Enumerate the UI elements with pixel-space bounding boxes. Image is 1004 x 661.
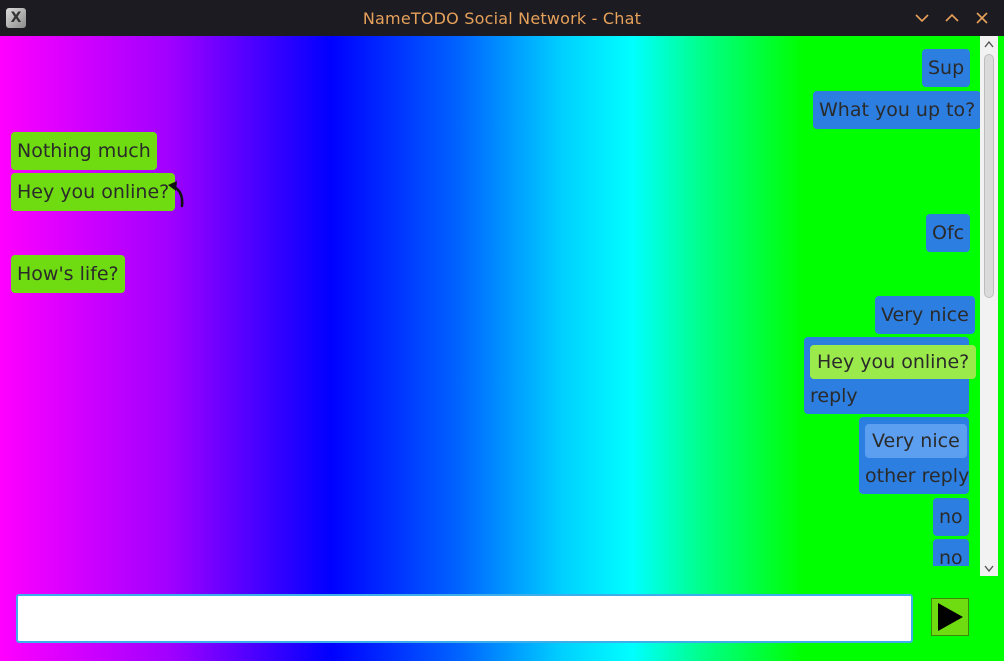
scroll-down-icon[interactable] — [980, 560, 998, 576]
scroll-up-icon[interactable] — [980, 36, 998, 52]
quoted-message[interactable]: Very nice — [865, 424, 967, 458]
close-icon[interactable] — [970, 6, 994, 30]
message-input[interactable] — [16, 594, 913, 643]
message-bubble-outgoing[interactable]: Sup — [922, 49, 971, 87]
reply-message-bubble[interactable]: Hey you online? reply — [804, 337, 977, 414]
app-icon[interactable]: X — [6, 8, 26, 28]
message-bubble-incoming[interactable]: Hey you online? — [11, 173, 176, 211]
message-list[interactable]: Sup What you up to? Nothing much Hey you… — [0, 36, 980, 566]
message-bubble-outgoing[interactable]: no — [933, 539, 969, 566]
title-bar[interactable]: X NameTODO Social Network - Chat — [0, 0, 1004, 36]
window-title: NameTODO Social Network - Chat — [362, 8, 642, 28]
reply-text: reply — [810, 385, 858, 407]
message-bubble-outgoing[interactable]: no — [933, 498, 969, 536]
message-bubble-outgoing[interactable]: Ofc — [926, 214, 971, 252]
reply-message-bubble[interactable]: Very nice other reply — [859, 417, 969, 494]
message-bubble-incoming[interactable]: How's life? — [11, 255, 125, 293]
play-triangle-icon — [938, 603, 963, 631]
send-button[interactable] — [931, 598, 969, 636]
chat-content: Sup What you up to? Nothing much Hey you… — [0, 36, 1004, 661]
quoted-message[interactable]: Hey you online? — [810, 345, 977, 379]
reply-arrow-icon[interactable] — [166, 178, 188, 208]
vertical-scrollbar[interactable] — [980, 36, 998, 576]
scrollbar-thumb[interactable] — [984, 54, 994, 298]
message-bubble-incoming[interactable]: Nothing much — [11, 132, 157, 170]
reply-text: other reply — [865, 465, 970, 487]
minimize-icon[interactable] — [910, 6, 934, 30]
message-bubble-outgoing[interactable]: Very nice — [875, 296, 975, 334]
window-controls — [910, 0, 994, 36]
maximize-icon[interactable] — [940, 6, 964, 30]
chat-window: X NameTODO Social Network - Chat Sup Wha… — [0, 0, 1004, 661]
message-bubble-outgoing[interactable]: What you up to? — [813, 91, 980, 129]
